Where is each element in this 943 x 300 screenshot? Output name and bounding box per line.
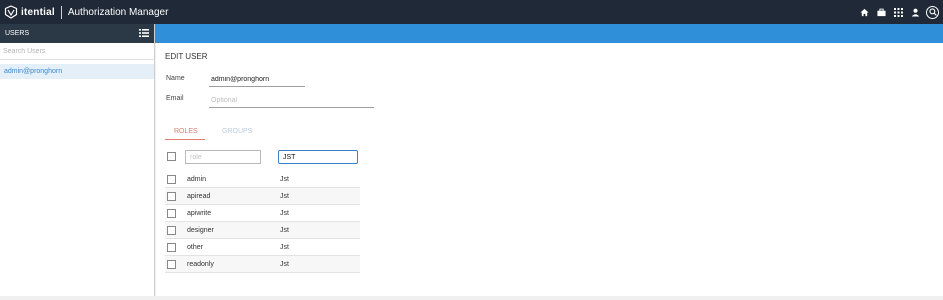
itential-logo-icon xyxy=(4,5,18,19)
role-name: other xyxy=(187,244,203,251)
role-name: designer xyxy=(187,227,214,234)
home-icon[interactable] xyxy=(856,0,873,24)
role-checkbox[interactable] xyxy=(167,175,176,184)
table-row: readonly Jst xyxy=(165,256,360,273)
active-tab-indicator xyxy=(165,139,205,140)
top-bar: itential Authorization Manager xyxy=(0,0,943,24)
search-button[interactable] xyxy=(924,0,941,24)
role-checkbox[interactable] xyxy=(167,243,176,252)
role-name: apiread xyxy=(187,193,211,200)
edit-user-panel: EDIT USER Name Email ROLES GROUPS admin … xyxy=(156,43,943,296)
search-icon xyxy=(926,5,939,19)
table-row: admin Jst xyxy=(165,171,360,188)
role-checkbox[interactable] xyxy=(167,209,176,218)
app-title: Authorization Manager xyxy=(67,6,169,18)
tab-roles[interactable]: ROLES xyxy=(174,128,198,135)
role-checkbox[interactable] xyxy=(167,192,176,201)
table-row: designer Jst xyxy=(165,222,360,239)
title-divider xyxy=(60,5,62,19)
roles-table: admin Jst apiread Jst apiwrite Jst desig… xyxy=(165,171,360,273)
role-name: apiwrite xyxy=(187,210,212,217)
name-field[interactable] xyxy=(209,72,305,87)
email-field[interactable] xyxy=(209,93,374,108)
apps-grid-icon[interactable] xyxy=(890,0,907,24)
role-description: Jst xyxy=(280,244,289,251)
top-icons xyxy=(856,0,941,24)
name-label: Name xyxy=(166,75,185,82)
role-checkbox[interactable] xyxy=(167,260,176,269)
role-description: Jst xyxy=(280,193,289,200)
description-filter-input[interactable] xyxy=(278,150,358,164)
users-sidebar-header: USERS xyxy=(0,24,154,43)
main-header-bar xyxy=(155,24,943,43)
role-filter-input[interactable] xyxy=(185,150,261,164)
users-sidebar: USERS admin@pronghorn xyxy=(0,24,155,296)
page-title: EDIT USER xyxy=(165,52,208,61)
brand-name: itential xyxy=(21,6,55,18)
role-checkbox[interactable] xyxy=(167,226,176,235)
itential-logo[interactable]: itential xyxy=(4,0,55,24)
role-description: Jst xyxy=(280,176,289,183)
role-name: admin xyxy=(187,176,207,183)
user-icon[interactable] xyxy=(907,0,924,24)
role-description: Jst xyxy=(280,210,289,217)
tab-groups[interactable]: GROUPS xyxy=(222,128,252,135)
table-row: apiread Jst xyxy=(165,188,360,205)
sidebar-item-admin-pronghorn[interactable]: admin@pronghorn xyxy=(0,64,154,79)
table-row: other Jst xyxy=(165,239,360,256)
role-description: Jst xyxy=(280,261,289,268)
sidebar-item-label: admin@pronghorn xyxy=(4,68,63,75)
search-users-container xyxy=(0,43,154,60)
role-name: readonly xyxy=(187,261,214,268)
email-label: Email xyxy=(166,95,184,102)
role-description: Jst xyxy=(280,227,289,234)
table-row: apiwrite Jst xyxy=(165,205,360,222)
users-title: USERS xyxy=(5,30,30,37)
briefcase-icon[interactable] xyxy=(873,0,890,24)
list-view-icon[interactable] xyxy=(139,28,149,39)
select-all-checkbox[interactable] xyxy=(167,152,176,161)
search-users-input[interactable] xyxy=(0,43,154,59)
